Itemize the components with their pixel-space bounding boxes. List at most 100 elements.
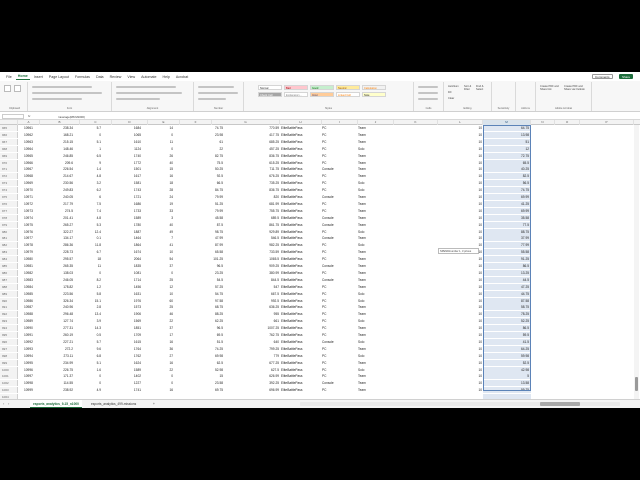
- cell-i[interactable]: PC: [322, 325, 356, 331]
- cell-i[interactable]: PC: [322, 146, 356, 152]
- cell-e[interactable]: 49: [148, 229, 174, 235]
- cell-i[interactable]: PC: [322, 139, 356, 145]
- cell-e[interactable]: 25: [148, 277, 174, 283]
- menu-tab-view[interactable]: View: [125, 74, 137, 80]
- cell-b[interactable]: 265.35: [40, 263, 74, 269]
- cell-e[interactable]: 16: [148, 173, 174, 179]
- cell-c[interactable]: 5.8: [80, 291, 102, 297]
- row-header[interactable]: 990: [0, 297, 18, 304]
- cell-d[interactable]: 1772: [112, 160, 142, 166]
- cell-c[interactable]: 0: [80, 380, 102, 386]
- cell-e[interactable]: 60: [148, 298, 174, 304]
- cell-j[interactable]: Team: [358, 132, 392, 138]
- cell-j[interactable]: Team: [358, 208, 392, 214]
- cell-d[interactable]: 1581: [112, 180, 142, 186]
- cell-b[interactable]: 246.05: [40, 277, 74, 283]
- menu-tab-insert[interactable]: Insert: [32, 74, 45, 80]
- cell-d[interactable]: 1501: [112, 166, 142, 172]
- cell-i[interactable]: PC: [322, 284, 356, 290]
- ribbon-control[interactable]: [418, 98, 438, 100]
- row-header[interactable]: 971: [0, 166, 18, 173]
- cell-e[interactable]: 28: [148, 187, 174, 193]
- cell-c[interactable]: 0.5: [80, 332, 102, 338]
- cell-i[interactable]: PC: [322, 125, 356, 131]
- cell-b[interactable]: 214.67: [40, 173, 74, 179]
- cell-g[interactable]: 861.75: [212, 222, 280, 228]
- cell-j[interactable]: Solo: [358, 353, 392, 359]
- next-sheet-icon[interactable]: ›: [8, 401, 9, 406]
- cell-c[interactable]: 6: [80, 194, 102, 200]
- cell-l[interactable]: 10: [438, 180, 483, 186]
- cell-b[interactable]: 234.99: [40, 360, 74, 366]
- cell-g[interactable]: 640: [212, 339, 280, 345]
- cell-c[interactable]: 5.1: [80, 139, 102, 145]
- cell-e[interactable]: 26: [148, 153, 174, 159]
- cell-style-bad[interactable]: Bad: [284, 85, 308, 90]
- cell-g[interactable]: 770.59: [212, 125, 280, 131]
- cell-j[interactable]: Team: [358, 380, 392, 386]
- cell-e[interactable]: 0: [148, 373, 174, 379]
- cell-g[interactable]: 733.59: [212, 249, 280, 255]
- cell-c[interactable]: 0.1: [80, 235, 102, 241]
- ribbon-control[interactable]: [418, 86, 438, 88]
- row-header[interactable]: 1003: [0, 387, 18, 394]
- cell-i[interactable]: Console: [322, 339, 356, 345]
- cell-l[interactable]: 10: [438, 132, 483, 138]
- cell-l[interactable]: 10: [438, 229, 483, 235]
- cell-d[interactable]: 1124: [112, 146, 142, 152]
- cell-i[interactable]: Console: [322, 263, 356, 269]
- cell-e[interactable]: 37: [148, 263, 174, 269]
- cell-d[interactable]: 1741: [112, 387, 142, 393]
- row-header[interactable]: 973: [0, 180, 18, 187]
- cell-g[interactable]: 380.99: [212, 270, 280, 276]
- row-header[interactable]: 997: [0, 345, 18, 352]
- cell-c[interactable]: 18: [80, 256, 102, 262]
- cell-d[interactable]: 1709: [112, 332, 142, 338]
- row-header[interactable]: 981: [0, 235, 18, 242]
- cell-i[interactable]: PC: [322, 346, 356, 352]
- cell-j[interactable]: Team: [358, 387, 392, 393]
- menu-tab-data[interactable]: Data: [94, 74, 106, 80]
- cell-j[interactable]: Solo: [358, 339, 392, 345]
- cell-g[interactable]: 696.99: [212, 387, 280, 393]
- row-header[interactable]: 988: [0, 283, 18, 290]
- cell-e[interactable]: 46: [148, 311, 174, 317]
- menu-tab-file[interactable]: File: [4, 74, 14, 80]
- cell-b[interactable]: 326.34: [40, 298, 74, 304]
- row-header[interactable]: 989: [0, 290, 18, 297]
- cell-l[interactable]: 10: [438, 380, 483, 386]
- cell-l[interactable]: 10: [438, 166, 483, 172]
- cell-j[interactable]: Solo: [358, 291, 392, 297]
- cell-c[interactable]: 7.4: [80, 208, 102, 214]
- cell-e[interactable]: 33: [148, 208, 174, 214]
- vertical-scroll-thumb[interactable]: [635, 377, 638, 391]
- cell-c[interactable]: 4.9: [80, 387, 102, 393]
- cell-j[interactable]: Team: [358, 270, 392, 276]
- cell-c[interactable]: 12.4: [80, 229, 102, 235]
- row-header[interactable]: 1000: [0, 366, 18, 373]
- cell-e[interactable]: 17: [148, 332, 174, 338]
- cell-l[interactable]: 10: [438, 373, 483, 379]
- cell-b[interactable]: 295.57: [40, 256, 74, 262]
- cell-c[interactable]: 6.7: [80, 249, 102, 255]
- cell-j[interactable]: Team: [358, 160, 392, 166]
- cell-l[interactable]: 10: [438, 256, 483, 262]
- ribbon-control[interactable]: [116, 86, 176, 88]
- cell-b[interactable]: 228.73: [40, 249, 74, 255]
- row-header[interactable]: 993: [0, 318, 18, 325]
- cell-style-input[interactable]: Input: [310, 92, 334, 97]
- cell-i[interactable]: Console: [322, 222, 356, 228]
- cell-e[interactable]: 15: [148, 166, 174, 172]
- cell-j[interactable]: Team: [358, 284, 392, 290]
- row-header[interactable]: 974: [0, 187, 18, 194]
- cell-i[interactable]: PC: [322, 270, 356, 276]
- cell-l[interactable]: 10: [438, 304, 483, 310]
- cell-e[interactable]: 36: [148, 346, 174, 352]
- cell-b[interactable]: 209.6: [40, 160, 74, 166]
- cell-l[interactable]: 10: [438, 270, 483, 276]
- cell-b[interactable]: 240.05: [40, 194, 74, 200]
- cell-j[interactable]: Solo: [358, 180, 392, 186]
- cell-l[interactable]: 10: [438, 291, 483, 297]
- cell-b[interactable]: 322.27: [40, 229, 74, 235]
- find-select-button[interactable]: Find & Select: [476, 85, 487, 91]
